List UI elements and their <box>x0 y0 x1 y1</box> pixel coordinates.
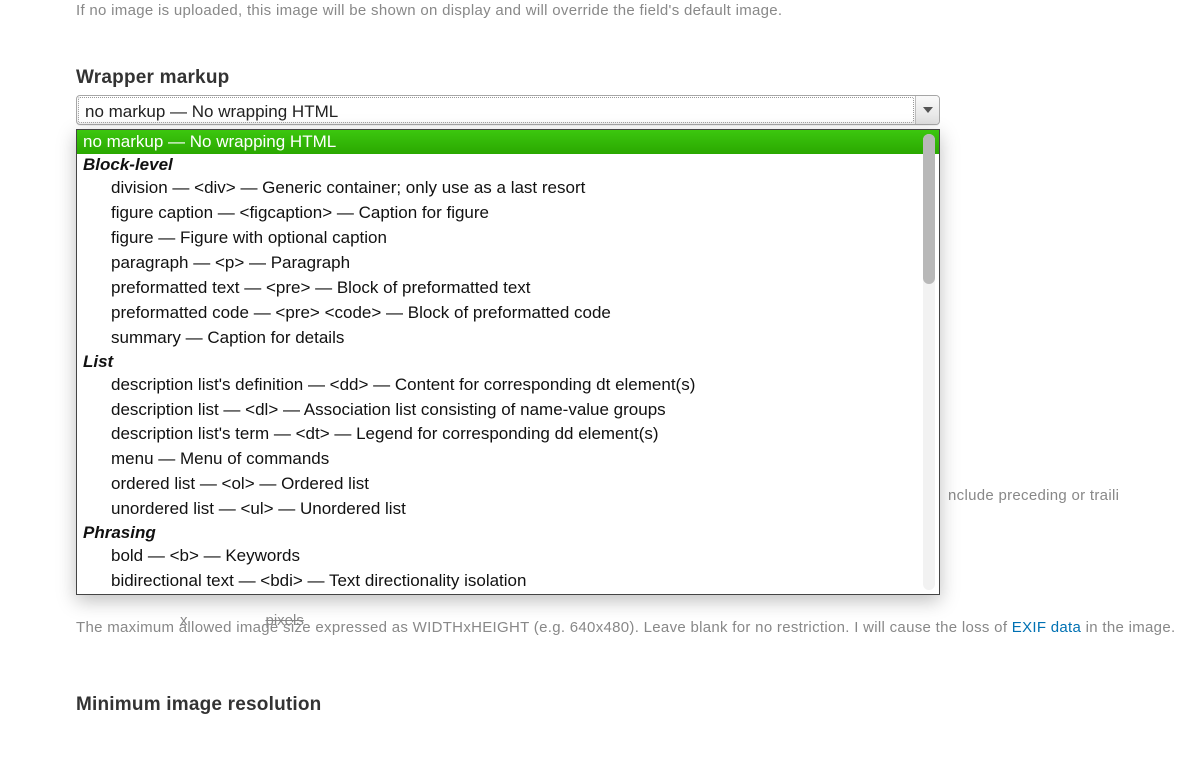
wrapper-markup-selected-value: no markup — No wrapping HTML <box>78 97 914 123</box>
dropdown-option[interactable]: description list's definition — <dd> — C… <box>77 373 939 398</box>
dropdown-option[interactable]: ordered list — <ol> — Ordered list <box>77 472 939 497</box>
scrollbar-track[interactable] <box>923 134 935 590</box>
wrapper-markup-select[interactable]: no markup — No wrapping HTML <box>76 95 940 125</box>
dropdown-option[interactable]: division — <div> — Generic container; on… <box>77 176 939 201</box>
obscured-help-fragment: nclude preceding or traili <box>948 487 1119 504</box>
dropdown-option[interactable]: unordered list — <ul> — Unordered list <box>77 497 939 522</box>
dropdown-option-selected[interactable]: no markup — No wrapping HTML <box>77 130 939 154</box>
dropdown-optgroup: Phrasing <box>77 522 939 544</box>
scrollbar-thumb[interactable] <box>923 134 935 284</box>
dropdown-option[interactable]: summary — Caption for details <box>77 326 939 351</box>
wrapper-markup-dropdown[interactable]: no markup — No wrapping HTML Block-level… <box>76 129 940 595</box>
dropdown-option[interactable]: figure — Figure with optional caption <box>77 226 939 251</box>
exif-data-link[interactable]: EXIF data <box>1012 619 1081 636</box>
dropdown-option[interactable]: description list — <dl> — Association li… <box>77 398 939 423</box>
dropdown-option[interactable]: preformatted code — <pre> <code> — Block… <box>77 301 939 326</box>
default-image-help-text: If no image is uploaded, this image will… <box>76 0 1200 19</box>
dropdown-option[interactable]: paragraph — <p> — Paragraph <box>77 251 939 276</box>
dropdown-option[interactable]: figure caption — <figcaption> — Caption … <box>77 201 939 226</box>
obscured-pixels-label: xpixels <box>180 612 304 629</box>
wrapper-markup-label: Wrapper markup <box>76 67 1200 89</box>
dropdown-option[interactable]: bold — <b> — Keywords <box>77 544 939 569</box>
chevron-down-icon <box>915 96 939 124</box>
dropdown-optgroup: List <box>77 351 939 373</box>
dropdown-option[interactable]: menu — Menu of commands <box>77 447 939 472</box>
dropdown-option[interactable]: bidirectional text — <bdi> — Text direct… <box>77 569 939 594</box>
dropdown-option[interactable]: description list's term — <dt> — Legend … <box>77 422 939 447</box>
minimum-image-resolution-label: Minimum image resolution <box>76 694 1200 716</box>
dropdown-option[interactable]: preformatted text — <pre> — Block of pre… <box>77 276 939 301</box>
dropdown-optgroup: Block-level <box>77 154 939 176</box>
